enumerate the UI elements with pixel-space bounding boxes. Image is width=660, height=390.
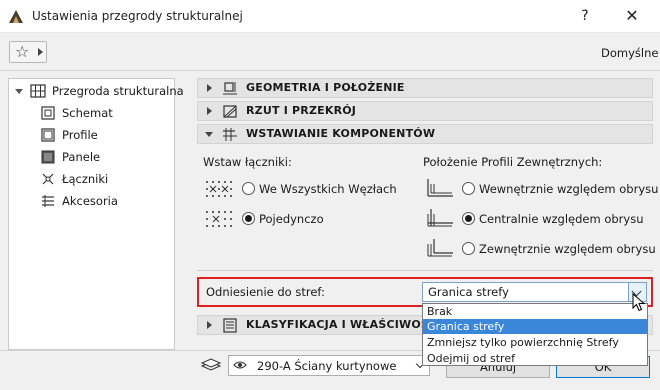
accessory-icon (42, 195, 54, 207)
connectors-group-label: Wstaw łączniki: (203, 155, 292, 169)
archicad-app-icon (9, 10, 23, 23)
layer-select[interactable]: 290-A Ściany kurtynowe (228, 355, 430, 376)
section-label: RZUT I PRZEKRÓJ (246, 104, 357, 117)
radio-profile-outside[interactable] (462, 242, 475, 255)
tree-item-curtain-wall[interactable]: Przegroda strukturalna (9, 81, 184, 101)
profile-icon (41, 128, 55, 142)
chevron-right-icon (207, 107, 212, 115)
dropdown-option-zone-boundary[interactable]: Granica strefy (423, 319, 647, 334)
scheme-icon (41, 106, 55, 120)
section-components[interactable]: WSTAWIANIE KOMPONENTÓW (197, 124, 653, 144)
divider (0, 70, 660, 71)
individual-nodes-icon (206, 211, 232, 227)
tree-item-panels[interactable]: Panele (9, 147, 174, 167)
section-geometry[interactable]: GEOMETRIA I POŁOŻENIE (197, 78, 653, 98)
classification-icon (223, 318, 237, 333)
defaults-label: Domyślne (601, 46, 659, 60)
zone-reference-value: Granica strefy (428, 285, 509, 299)
zone-reference-label: Odniesienie do stref: (206, 285, 325, 299)
radio-profile-inside-label: Wewnętrznie względem obrysu (479, 182, 659, 196)
favorites-button[interactable]: ☆ (9, 41, 47, 63)
eye-icon (233, 361, 247, 369)
tree-item-accessories[interactable]: Akcesoria (9, 191, 174, 211)
radio-profile-center-label: Centralnie względem obrysu (479, 212, 644, 226)
tree-item-label: Przegroda strukturalna (52, 84, 184, 98)
chevron-right-icon (207, 321, 212, 329)
tree-item-label: Profile (62, 128, 98, 142)
layer-icon (200, 358, 222, 371)
tree-item-label: Akcesoria (62, 194, 118, 208)
tree-item-label: Panele (62, 150, 101, 164)
divider (197, 270, 653, 271)
panel-icon (41, 150, 55, 164)
profile-inside-icon (427, 179, 453, 197)
zone-reference-dropdown: Brak Granica strefy Zmniejsz tylko powie… (422, 303, 648, 366)
profile-outside-icon (427, 239, 453, 257)
radio-individually[interactable] (242, 212, 255, 225)
help-button[interactable]: ? (567, 3, 603, 29)
window-title: Ustawienia przegrody strukturalnej (32, 9, 243, 23)
section-label: WSTAWIANIE KOMPONENTÓW (246, 127, 436, 140)
settings-tree: Przegroda strukturalna Schemat Profile P… (8, 78, 184, 350)
star-icon: ☆ (15, 42, 30, 61)
profile-center-icon (427, 209, 453, 227)
profiles-group-label: Położenie Profili Zewnętrznych: (423, 155, 603, 169)
tree-item-connectors[interactable]: Łączniki (9, 169, 174, 189)
chevron-right-icon (207, 84, 212, 92)
section-plan-section[interactable]: RZUT I PRZEKRÓJ (197, 101, 653, 121)
dropdown-option-subtract-from-zones[interactable]: Odejmij od stref (423, 351, 647, 366)
tree-item-label: Łączniki (62, 172, 109, 186)
close-button[interactable]: ✕ (612, 3, 652, 29)
radio-profile-inside[interactable] (462, 182, 475, 195)
radio-individually-label: Pojedynczo (259, 212, 324, 226)
radio-all-nodes-label: We Wszystkich Węzłach (259, 182, 397, 196)
radio-profile-outside-label: Zewnętrznie względem obrysu (479, 242, 656, 256)
radio-all-nodes[interactable] (242, 182, 255, 195)
dropdown-option-reduce-zone-area[interactable]: Zmniejsz tylko powierzchnię Strefy (423, 335, 647, 350)
tree-item-label: Schemat (62, 106, 113, 120)
plan-section-icon (223, 105, 237, 118)
components-icon (223, 128, 237, 141)
connector-icon (42, 173, 54, 185)
radio-profile-center[interactable] (462, 212, 475, 225)
section-label: GEOMETRIA I POŁOŻENIE (246, 81, 405, 94)
cursor-icon (632, 293, 646, 312)
zone-reference-select[interactable]: Granica strefy (422, 282, 647, 302)
geometry-icon (223, 82, 237, 95)
chevron-down-icon (205, 132, 213, 137)
all-nodes-icon (206, 181, 232, 197)
tree-item-profiles[interactable]: Profile (9, 125, 174, 145)
title-bar: Ustawienia przegrody strukturalnej ? ✕ (0, 0, 660, 33)
dropdown-option-none[interactable]: Brak (423, 304, 647, 319)
curtain-wall-icon (30, 84, 46, 98)
tree-item-scheme[interactable]: Schemat (9, 103, 174, 123)
caret-right-icon (38, 48, 43, 56)
section-label: KLASYFIKACJA I WŁAŚCIWOŚCI (246, 318, 442, 331)
layer-value: 290-A Ściany kurtynowe (257, 359, 397, 373)
chevron-down-icon[interactable] (15, 89, 23, 94)
